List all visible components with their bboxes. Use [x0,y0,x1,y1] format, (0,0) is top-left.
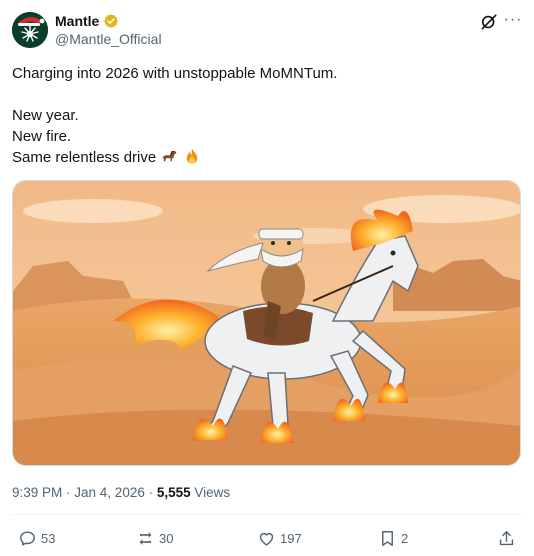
heart-icon [259,532,274,546]
avatar[interactable] [12,12,48,48]
tweet-line: Charging into 2026 with unstoppable MoMN… [12,65,338,82]
views-label: Views [190,485,231,500]
more-button[interactable]: ··· [503,10,523,30]
fire-emoji-icon [183,147,201,165]
tweet-line: New fire. [12,128,72,145]
tweet-line: Same relentless drive [12,149,157,166]
more-icon: ··· [503,11,523,28]
meta-separator: · [62,485,75,500]
tweet-line-last: Same relentless drive [12,147,522,168]
horse-emoji-icon [160,147,178,165]
reply-button[interactable]: 53 [18,528,55,548]
author-handle[interactable]: @Mantle_Official [55,31,162,47]
like-count: 197 [280,530,302,546]
tweet-meta: 9:39 PM · Jan 4, 2026 · 5,555 Views [12,485,230,500]
bookmark-count: 2 [401,530,409,546]
views-count: 5,555 [156,485,191,500]
like-button[interactable]: 197 [257,528,302,548]
grok-button[interactable] [479,12,499,32]
repost-count: 30 [159,530,174,546]
tweet-media[interactable] [12,180,521,466]
tweet-date[interactable]: Jan 4, 2026 [74,485,145,500]
share-icon [499,530,514,545]
tweet-line-blank [12,84,522,105]
divider [12,514,522,515]
tweet-line: New year. [12,107,79,124]
mantle-logo-icon [12,12,48,48]
grok-icon [481,14,497,30]
author-name-row: Mantle [55,13,119,29]
bookmark-icon [382,530,393,546]
repost-icon [139,531,152,545]
share-button[interactable] [497,528,516,548]
author-name[interactable]: Mantle [55,13,99,29]
tweet-text: Charging into 2026 with unstoppable MoMN… [12,63,522,168]
verified-badge-icon[interactable] [103,13,119,29]
reply-icon [20,530,35,546]
meta-separator: · [144,485,157,500]
tweet-time[interactable]: 9:39 PM [12,485,62,500]
bookmark-button[interactable]: 2 [378,528,408,548]
repost-button[interactable]: 30 [136,528,173,548]
tweet-card: Mantle @Mantle_Official ··· Charging int… [0,0,534,556]
reply-count: 53 [41,530,56,546]
cat-riding-flaming-horse-illustration [13,181,520,465]
